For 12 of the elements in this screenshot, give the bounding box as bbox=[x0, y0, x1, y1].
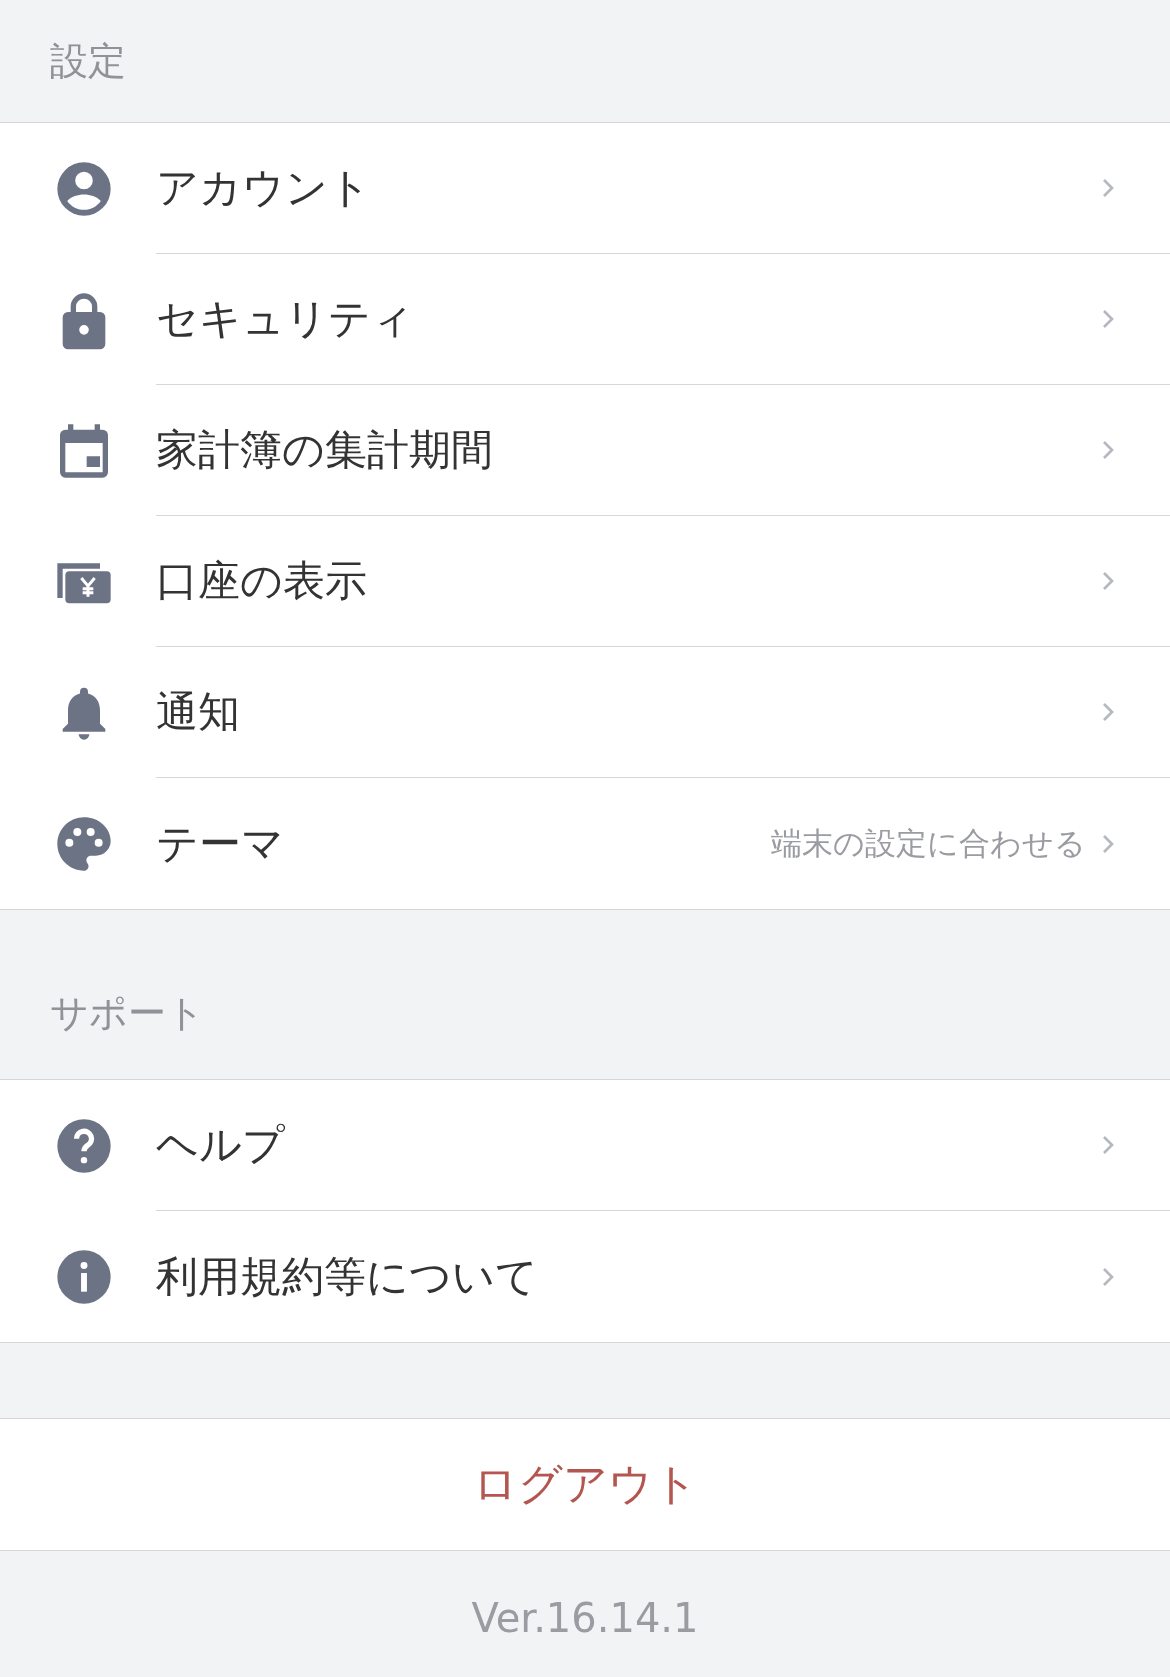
settings-item[interactable]: アカウント bbox=[0, 123, 1170, 254]
section-title: サポート bbox=[50, 990, 205, 1037]
settings-item[interactable]: 利用規約等について bbox=[0, 1211, 1170, 1342]
settings-item[interactable]: 家計簿の集計期間 bbox=[0, 385, 1170, 516]
settings-item[interactable]: ヘルプ bbox=[0, 1080, 1170, 1211]
settings-item[interactable]: 口座の表示 bbox=[0, 516, 1170, 647]
settings-item[interactable]: 通知 bbox=[0, 647, 1170, 778]
version-text: Ver.16.14.1 bbox=[471, 1595, 699, 1641]
settings-item[interactable]: テーマ 端末の設定に合わせる bbox=[0, 778, 1170, 909]
setting-value: 端末の設定に合わせる bbox=[771, 823, 1086, 863]
section-title: 設定 bbox=[50, 37, 126, 85]
settings-item[interactable]: セキュリティ bbox=[0, 254, 1170, 385]
